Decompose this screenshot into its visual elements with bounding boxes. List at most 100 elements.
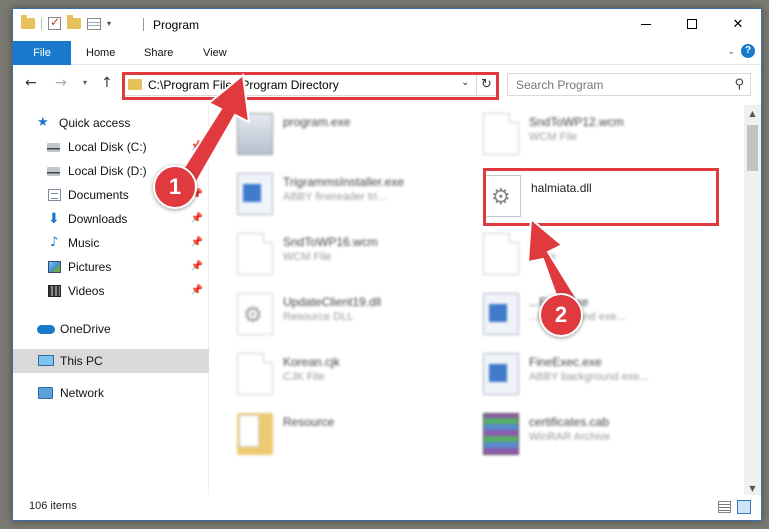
- exe-icon: [483, 293, 519, 335]
- tab-home[interactable]: Home: [86, 42, 115, 64]
- sidebar-item-quick-access[interactable]: ★ Quick access: [13, 111, 209, 135]
- file-type: WinRAR Archive: [529, 431, 611, 443]
- sidebar-item-label: Videos: [68, 284, 105, 298]
- tab-share[interactable]: Share: [144, 42, 173, 64]
- pin-icon[interactable]: 📌: [191, 255, 203, 279]
- list-item[interactable]: SndToWP16.wcm WCM File: [237, 229, 477, 281]
- customize-toolbar-icon[interactable]: ▾: [107, 19, 111, 28]
- back-button[interactable]: ←: [25, 75, 37, 91]
- search-input[interactable]: Search Program: [516, 78, 603, 92]
- details-view-icon[interactable]: [718, 501, 731, 513]
- tab-file[interactable]: File: [13, 41, 71, 65]
- sidebar-item-local-disk-c[interactable]: Local Disk (C:) 📌: [13, 135, 209, 159]
- file-type: ...File: [529, 251, 556, 263]
- sidebar-item-network[interactable]: Network: [13, 381, 209, 405]
- scroll-thumb[interactable]: [747, 125, 758, 171]
- list-item[interactable]: UpdateClient19.dll Resource DLL: [237, 289, 477, 341]
- file-name: program.exe: [283, 115, 351, 129]
- properties-check-icon[interactable]: [48, 15, 61, 30]
- maximize-button[interactable]: [669, 9, 715, 39]
- expand-ribbon-icon[interactable]: ⌄: [727, 47, 735, 57]
- recent-locations-icon[interactable]: ▾: [83, 78, 87, 87]
- list-item[interactable]: FineExec.exe ABBY background exe...: [483, 349, 723, 401]
- sidebar-item-label: Pictures: [68, 260, 112, 274]
- maximize-icon: [687, 19, 697, 29]
- list-item[interactable]: certificates.cab WinRAR Archive: [483, 409, 723, 461]
- pin-icon[interactable]: 📌: [191, 279, 203, 303]
- document-icon: [237, 353, 273, 395]
- scroll-up-icon[interactable]: ▲: [744, 105, 761, 122]
- rename-icon[interactable]: [87, 17, 101, 30]
- file-highlight: [483, 168, 719, 226]
- file-name: Korean.cjk: [283, 355, 340, 369]
- address-highlight: [122, 72, 499, 100]
- explorer-window: ▾ Program ✕ File Home Share View ⌄ ? ← →…: [12, 8, 762, 521]
- gear-file-icon: [237, 293, 273, 335]
- cloud-icon: [37, 325, 55, 334]
- window-title: Program: [153, 18, 200, 32]
- disk-icon: [47, 167, 60, 176]
- sidebar-item-label: This PC: [60, 354, 103, 368]
- minimize-button[interactable]: [623, 9, 669, 39]
- music-icon: ♪: [50, 235, 59, 250]
- exe-icon: [237, 173, 273, 215]
- list-item[interactable]: program.exe: [237, 109, 477, 161]
- documents-icon: [48, 189, 61, 201]
- large-icons-view-icon[interactable]: [737, 500, 751, 514]
- search-box[interactable]: Search Program ⚲: [507, 73, 751, 96]
- file-name: SndToWP12.wcm: [529, 115, 624, 129]
- help-icon[interactable]: ?: [741, 44, 755, 58]
- star-icon: ★: [37, 115, 49, 130]
- search-icon: ⚲: [734, 77, 744, 92]
- new-folder-icon[interactable]: [67, 15, 81, 29]
- file-type: ABBY finereader tri...: [283, 191, 387, 203]
- file-list: program.exe TrigrammsInstaller.exe ABBY …: [211, 105, 745, 497]
- file-type: Resource DLL: [283, 311, 354, 323]
- list-item[interactable]: SndToWP12.wcm WCM File: [483, 109, 723, 161]
- sidebar-item-label: Documents: [68, 188, 129, 202]
- file-type: WCM File: [283, 251, 332, 263]
- document-icon: [483, 113, 519, 155]
- toolbar-separator: [41, 17, 42, 30]
- tab-view[interactable]: View: [203, 42, 227, 64]
- step-1-callout: 1: [153, 165, 197, 209]
- title-bar: ▾ Program ✕: [13, 9, 761, 39]
- list-item[interactable]: TrigrammsInstaller.exe ABBY finereader t…: [237, 169, 477, 221]
- list-item[interactable]: ...cjk ...File: [483, 229, 723, 281]
- file-name: SndToWP16.wcm: [283, 235, 378, 249]
- archive-icon: [483, 413, 519, 455]
- item-count: 106 items: [29, 500, 77, 512]
- pin-icon[interactable]: 📌: [191, 207, 203, 231]
- list-item[interactable]: ...Exec.exe ...background exe...: [483, 289, 723, 341]
- sidebar-item-music[interactable]: ♪ Music 📌: [13, 231, 209, 255]
- file-type: CJK File: [283, 371, 325, 383]
- pin-icon[interactable]: 📌: [191, 135, 203, 159]
- pin-icon[interactable]: 📌: [191, 231, 203, 255]
- vertical-scrollbar[interactable]: ▲ ▼: [744, 105, 761, 497]
- sidebar-item-downloads[interactable]: ⬇ Downloads 📌: [13, 207, 209, 231]
- forward-button[interactable]: →: [55, 75, 67, 91]
- sidebar-item-label: Quick access: [59, 116, 131, 130]
- sidebar-item-label: OneDrive: [60, 322, 111, 336]
- pc-icon: [38, 355, 54, 366]
- sidebar-item-videos[interactable]: Videos 📌: [13, 279, 209, 303]
- up-button[interactable]: ↑: [101, 75, 113, 91]
- exe-icon: [483, 353, 519, 395]
- sidebar-item-pictures[interactable]: Pictures 📌: [13, 255, 209, 279]
- close-button[interactable]: ✕: [715, 9, 761, 39]
- file-name: ...cjk: [529, 235, 554, 249]
- document-icon: [483, 233, 519, 275]
- download-icon: ⬇: [48, 211, 60, 227]
- folder-icon: [237, 413, 273, 455]
- file-name: certificates.cab: [529, 415, 610, 429]
- network-icon: [38, 387, 53, 399]
- sidebar-item-this-pc[interactable]: This PC: [13, 349, 209, 373]
- disk-icon: [47, 143, 60, 152]
- file-name: UpdateClient19.dll: [283, 295, 382, 309]
- list-item[interactable]: Resource: [237, 409, 477, 461]
- list-item[interactable]: Korean.cjk CJK File: [237, 349, 477, 401]
- videos-icon: [48, 285, 61, 297]
- sidebar-item-onedrive[interactable]: OneDrive: [13, 317, 209, 341]
- quick-access-toolbar: ▾: [21, 15, 111, 30]
- minimize-icon: [641, 23, 651, 25]
